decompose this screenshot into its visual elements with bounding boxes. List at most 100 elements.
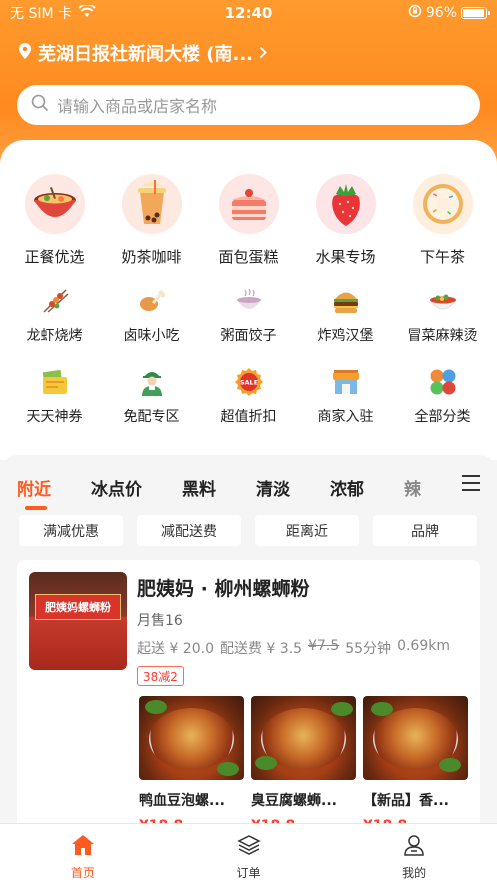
- dish-name: 【新品】香...: [363, 793, 449, 809]
- category-label: 商家入驻: [317, 409, 374, 425]
- category-label: 冒菜麻辣烫: [407, 328, 478, 344]
- delivery-fee: 配送费 ¥ 3.5: [219, 641, 303, 657]
- filter-brand[interactable]: 品牌: [373, 515, 477, 546]
- category-fried-chicken-burger[interactable]: 炸鸡汉堡: [301, 285, 391, 345]
- shop-sign: 肥姨妈螺蛳粉: [35, 594, 121, 620]
- nav-label: 首页: [70, 866, 95, 880]
- drumstick-icon: [136, 285, 168, 317]
- category-merchant-join[interactable]: 商家入驻: [301, 366, 391, 426]
- cake-icon: [218, 174, 279, 234]
- category-row-3: 天天神券 免配专区 SALE 超值折扣 商家入驻 全部分类: [0, 366, 497, 426]
- dish-item[interactable]: 臭豆腐螺蛳... ¥18.8: [251, 696, 356, 830]
- category-afternoon-tea[interactable]: 下午茶: [398, 174, 488, 267]
- delivery-time: 55分钟: [345, 641, 392, 657]
- category-label: 水果专场: [315, 248, 376, 266]
- filter-discount[interactable]: 满减优惠: [19, 515, 123, 546]
- category-free-delivery[interactable]: 免配专区: [107, 366, 197, 426]
- courier-icon: [136, 366, 168, 398]
- battery-level: [463, 9, 485, 17]
- category-label: 面包蛋糕: [218, 248, 279, 266]
- grid-icon: [427, 366, 459, 398]
- dish-image: [251, 696, 356, 780]
- category-label: 天天神券: [26, 409, 83, 425]
- distance: 0.69km: [397, 638, 450, 654]
- chevron-right-icon: [259, 43, 267, 64]
- nav-label: 我的: [402, 866, 427, 880]
- dish-list: 鸭血豆泡螺... ¥18.8 臭豆腐螺蛳... ¥18.8 【新品】香...: [139, 696, 468, 830]
- strawberry-icon: [315, 174, 376, 234]
- category-daily-coupons[interactable]: 天天神券: [10, 366, 100, 426]
- filter-nearby[interactable]: 距离近: [255, 515, 359, 546]
- category-label: 卤味小吃: [123, 328, 180, 344]
- category-spicy-hotpot[interactable]: 冒菜麻辣烫: [398, 285, 488, 345]
- nav-profile[interactable]: 我的: [331, 824, 497, 883]
- category-crayfish-bbq[interactable]: 龙虾烧烤: [10, 285, 100, 345]
- shop-monthly-sales: 月售16: [137, 613, 183, 629]
- shop-storefront-image: 肥姨妈螺蛳粉: [29, 572, 127, 670]
- search-placeholder: 请输入商品或店家名称: [57, 97, 218, 116]
- burger-icon: [330, 285, 362, 317]
- category-label: 奶茶咖啡: [121, 248, 182, 266]
- filter-reduced-delivery[interactable]: 减配送费: [137, 515, 241, 546]
- category-label: 炸鸡汉堡: [317, 328, 374, 344]
- sale-badge-icon: SALE: [233, 366, 265, 398]
- spicy-bowl-icon: [427, 285, 459, 317]
- category-milk-tea[interactable]: 奶茶咖啡: [107, 174, 197, 267]
- shop-list-panel: 附近 冰点价 黑料 清淡 浓郁 辣 满减优惠 减配送费 距离近 品牌 肥姨妈螺蛳…: [0, 455, 497, 835]
- tab-spicy[interactable]: 辣: [404, 475, 421, 500]
- shop-card[interactable]: 肥姨妈螺蛳粉 肥姨妈 · 柳州螺蛳粉 月售16 起送 ¥ 20.0 配送费 ¥ …: [17, 560, 480, 830]
- dish-image: [363, 696, 468, 780]
- category-all[interactable]: 全部分类: [398, 366, 488, 426]
- milk-tea-icon: [121, 174, 182, 234]
- original-delivery-fee: ¥7.5: [308, 638, 340, 654]
- coupon-icon: [39, 366, 71, 398]
- bowl-noodles-icon: [24, 174, 85, 234]
- main-category-row: 正餐优选 奶茶咖啡 面包蛋糕 水果专场 下午茶: [0, 174, 497, 267]
- tab-ice-price[interactable]: 冰点价: [91, 475, 142, 500]
- nav-orders[interactable]: 订单: [166, 824, 332, 883]
- promo-badge: 38减2: [137, 666, 184, 686]
- category-label: 超值折扣: [220, 409, 277, 425]
- clock: 12:40: [224, 4, 273, 22]
- status-bar: 无 SIM 卡 12:40 96%: [0, 0, 497, 26]
- nav-label: 订单: [236, 866, 261, 880]
- category-discounts[interactable]: SALE 超值折扣: [204, 366, 294, 426]
- home-icon: [71, 834, 95, 860]
- dish-image: [139, 696, 244, 780]
- dish-item[interactable]: 【新品】香... ¥18.8: [363, 696, 468, 830]
- search-icon: [31, 94, 49, 116]
- store-icon: [330, 366, 362, 398]
- filter-tabs: 附近 冰点价 黑料 清淡 浓郁 辣: [0, 467, 497, 510]
- skewer-icon: [39, 285, 71, 317]
- location-text: 芜湖日报社新闻大楼 (南...: [38, 44, 254, 65]
- donut-icon: [412, 174, 473, 234]
- dish-name: 鸭血豆泡螺...: [139, 793, 225, 809]
- tab-rich[interactable]: 浓郁: [330, 475, 364, 500]
- bottom-nav: 首页 订单 我的: [0, 823, 497, 883]
- nav-home[interactable]: 首页: [0, 824, 166, 883]
- category-porridge-dumplings[interactable]: 粥面饺子: [204, 285, 294, 345]
- category-main-meals[interactable]: 正餐优选: [10, 174, 100, 267]
- category-fruit[interactable]: 水果专场: [301, 174, 391, 267]
- category-label: 龙虾烧烤: [26, 328, 83, 344]
- svg-text:SALE: SALE: [239, 379, 257, 387]
- category-panel: 正餐优选 奶茶咖啡 面包蛋糕 水果专场 下午茶 龙虾烧烤 卤味小吃 粥面饺子 炸…: [0, 140, 497, 460]
- category-bread-cake[interactable]: 面包蛋糕: [204, 174, 294, 267]
- tab-nearby[interactable]: 附近: [17, 475, 51, 510]
- min-order: 起送 ¥ 20.0: [137, 641, 214, 657]
- location-pin-icon: [18, 42, 32, 65]
- category-label: 免配专区: [123, 409, 180, 425]
- search-input[interactable]: 请输入商品或店家名称: [17, 85, 480, 125]
- porridge-icon: [233, 285, 265, 317]
- quick-filters: 满减优惠 减配送费 距离近 品牌: [19, 515, 477, 546]
- tab-black-material[interactable]: 黑料: [182, 475, 216, 500]
- layers-icon: [236, 834, 261, 860]
- location-selector[interactable]: 芜湖日报社新闻大楼 (南...: [18, 40, 267, 66]
- dish-item[interactable]: 鸭血豆泡螺... ¥18.8: [139, 696, 244, 830]
- category-braised-snacks[interactable]: 卤味小吃: [107, 285, 197, 345]
- category-row-2: 龙虾烧烤 卤味小吃 粥面饺子 炸鸡汉堡 冒菜麻辣烫: [0, 285, 497, 345]
- category-label: 粥面饺子: [220, 328, 277, 344]
- menu-icon[interactable]: [462, 475, 480, 491]
- category-label: 全部分类: [414, 409, 471, 425]
- tab-light[interactable]: 清淡: [256, 475, 290, 500]
